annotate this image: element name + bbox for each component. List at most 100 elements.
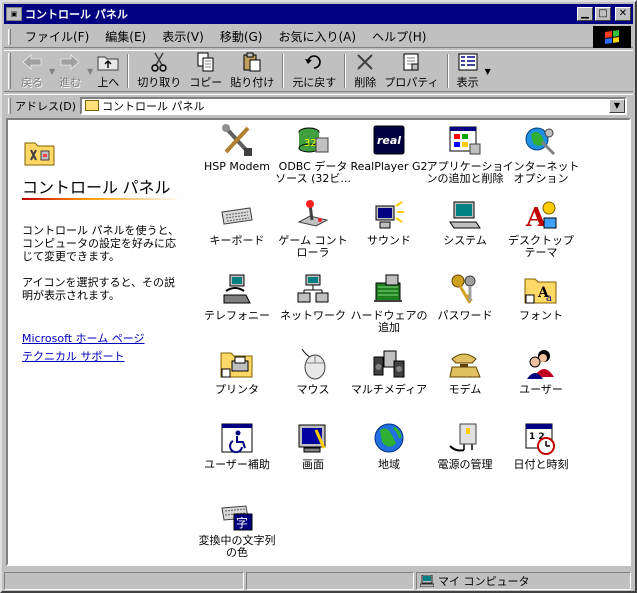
item-label: マルチメディア — [350, 383, 428, 396]
users-icon — [524, 347, 558, 381]
address-input[interactable]: コントロール パネル ▼ — [80, 96, 627, 115]
item-hsp-modem[interactable]: HSP Modem — [198, 124, 276, 173]
item-label: 電源の管理 — [437, 458, 493, 471]
menu-go[interactable]: 移動(G) — [212, 28, 271, 45]
technical-support-link[interactable]: テクニカル サポート — [22, 348, 125, 364]
content-area: コントロール パネル コントロール パネルを使うと、コンピュータの設定を好みに応… — [6, 118, 631, 566]
properties-icon — [400, 52, 422, 72]
display-monitor-icon — [296, 422, 330, 456]
copy-icon — [195, 52, 217, 72]
toolbar-separator — [282, 54, 285, 88]
speaker-icon — [372, 198, 406, 232]
item-label: ネットワーク — [280, 309, 346, 322]
modem-phone-icon — [448, 347, 482, 381]
item-telephony[interactable]: テレフォニー — [198, 273, 276, 322]
internet-globe-icon — [524, 124, 558, 158]
close-button[interactable]: ✕ — [615, 7, 631, 21]
views-dropdown-icon[interactable]: ▼ — [485, 67, 491, 76]
maximize-button[interactable]: □ — [595, 7, 611, 21]
menu-favorites[interactable]: お気に入り(A) — [270, 28, 364, 45]
svg-text:real: real — [377, 134, 401, 147]
control-panel-icon[interactable]: ▣ — [6, 7, 22, 21]
menu-view[interactable]: 表示(V) — [154, 28, 212, 45]
window-title: コントロール パネル — [25, 8, 128, 21]
scissors-icon — [148, 52, 170, 72]
address-label: アドレス(D) — [15, 99, 77, 113]
item-label: フォント — [519, 309, 563, 322]
item-mouse[interactable]: マウス — [274, 347, 352, 396]
item-accessibility[interactable]: ユーザー補助 — [198, 422, 276, 471]
item-regional-settings[interactable]: 地域 — [350, 422, 428, 471]
item-fonts[interactable]: Aa フォント — [502, 273, 580, 322]
item-label: キーボード — [209, 234, 265, 247]
copy-button[interactable]: コピー — [185, 52, 226, 90]
views-grid-icon — [457, 52, 479, 72]
forward-button[interactable]: 進む — [55, 52, 85, 90]
views-button[interactable]: 表示 — [453, 52, 483, 90]
toolbar-separator — [446, 54, 449, 88]
add-hardware-icon — [372, 273, 406, 307]
item-multimedia[interactable]: マルチメディア — [350, 347, 428, 396]
item-date-time[interactable]: 1 2 日付と時刻 — [502, 422, 580, 471]
item-printers[interactable]: プリンタ — [198, 347, 276, 396]
menu-edit[interactable]: 編集(E) — [97, 28, 154, 45]
delete-button[interactable]: 削除 — [350, 52, 380, 90]
properties-label: プロパティ — [384, 76, 439, 89]
folder-up-icon — [97, 52, 119, 72]
undo-button[interactable]: 元に戻す — [288, 52, 340, 90]
item-label: パスワード — [437, 309, 493, 322]
minimize-button[interactable]: ▁ — [577, 7, 593, 21]
microsoft-home-link[interactable]: Microsoft ホーム ページ — [22, 330, 145, 346]
address-dropdown-button[interactable]: ▼ — [609, 98, 625, 113]
item-odbc[interactable]: 32 ODBC データ ソース (32ビ... — [274, 124, 352, 185]
item-internet-options[interactable]: インターネット オプション — [502, 124, 580, 185]
pane-title: コントロール パネル — [22, 180, 171, 197]
status-bar: マイ コンピュータ — [4, 570, 633, 591]
item-label: RealPlayer G2 — [350, 160, 428, 173]
realplayer-icon: real — [372, 124, 406, 158]
item-label: ゲーム コントローラ — [278, 234, 348, 259]
fonts-folder-icon: Aa — [524, 273, 558, 307]
properties-button[interactable]: プロパティ — [380, 52, 442, 90]
item-sounds[interactable]: サウンド — [350, 198, 428, 247]
paste-button[interactable]: 貼り付け — [226, 52, 278, 90]
cut-button[interactable]: 切り取り — [133, 52, 185, 90]
item-users[interactable]: ユーザー — [502, 347, 580, 396]
item-add-remove-programs[interactable]: アプリケーションの追加と削除 — [426, 124, 504, 185]
item-system[interactable]: システム — [426, 198, 504, 247]
item-game-controllers[interactable]: ゲーム コントローラ — [274, 198, 352, 259]
forward-label: 進む — [59, 76, 82, 89]
item-label: サウンド — [367, 234, 411, 247]
item-desktop-themes[interactable]: A デスクトップ テーマ — [502, 198, 580, 259]
item-realplayer[interactable]: real RealPlayer G2 — [350, 124, 428, 173]
item-label: プリンタ — [215, 383, 259, 396]
my-computer-icon — [419, 574, 435, 587]
keys-icon — [448, 273, 482, 307]
item-add-new-hardware[interactable]: ハードウェアの追加 — [350, 273, 428, 334]
views-label: 表示 — [456, 76, 479, 89]
up-button[interactable]: 上へ — [93, 52, 123, 90]
item-modems[interactable]: モデム — [426, 347, 504, 396]
item-passwords[interactable]: パスワード — [426, 273, 504, 322]
status-cell-zone: マイ コンピュータ — [416, 571, 631, 590]
toolbar-grip[interactable] — [8, 53, 11, 89]
title-bar[interactable]: ▣ コントロール パネル ▁ □ ✕ — [4, 4, 633, 24]
menu-help[interactable]: ヘルプ(H) — [364, 28, 434, 45]
item-display[interactable]: 画面 — [274, 422, 352, 471]
joystick-icon — [296, 198, 330, 232]
addressbar-grip[interactable] — [8, 97, 11, 114]
delete-label: 削除 — [354, 76, 377, 89]
menu-bar: ファイル(F) 編集(E) 表示(V) 移動(G) お気に入り(A) ヘルプ(H… — [4, 26, 633, 48]
item-network[interactable]: ネットワーク — [274, 273, 352, 322]
item-power-management[interactable]: 電源の管理 — [426, 422, 504, 471]
power-plug-icon — [448, 422, 482, 456]
item-label: テレフォニー — [204, 309, 270, 322]
item-label: HSP Modem — [203, 160, 271, 173]
menu-file[interactable]: ファイル(F) — [17, 28, 97, 45]
menubar-grip[interactable] — [8, 28, 11, 45]
item-conversion-color[interactable]: 字 変換中の文字列の色 — [198, 498, 276, 559]
item-keyboard[interactable]: キーボード — [198, 198, 276, 247]
back-button[interactable]: 戻る — [17, 52, 47, 90]
cut-label: 切り取り — [137, 76, 182, 89]
svg-text:a: a — [546, 293, 552, 304]
